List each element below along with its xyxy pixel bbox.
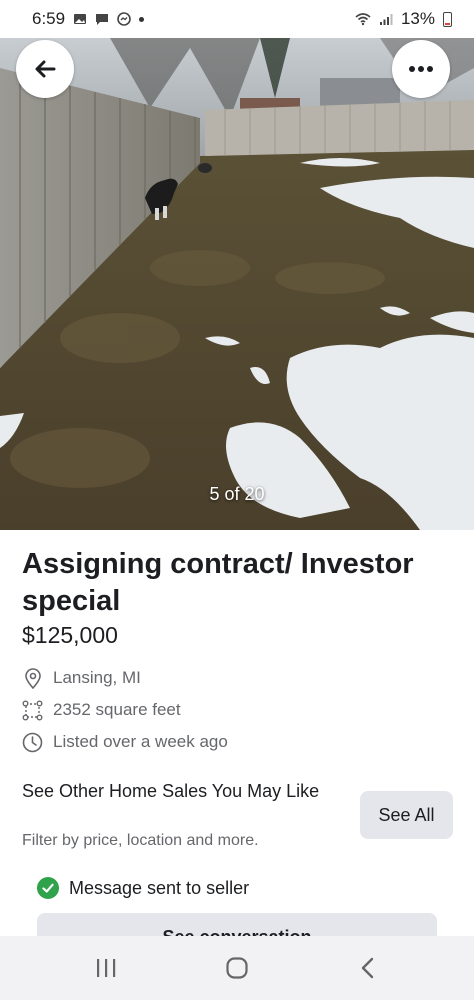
back-icon [362, 957, 374, 979]
chat-icon [96, 14, 109, 25]
size-text: 2352 square feet [53, 700, 181, 719]
more-horizontal-icon [409, 66, 433, 72]
listing-price: $125,000 [22, 622, 118, 648]
home-icon [226, 957, 248, 979]
messenger-icon [117, 12, 131, 26]
size-row: 2352 square feet [22, 698, 181, 722]
location-text: Lansing, MI [53, 668, 141, 687]
see-all-button[interactable]: See All [360, 791, 453, 839]
listed-row: Listed over a week ago [22, 730, 228, 754]
status-left: 6:59 [32, 9, 145, 29]
yard-photo-image [0, 38, 474, 530]
recent-apps-button[interactable] [76, 948, 136, 988]
signal-icon [379, 14, 393, 25]
status-right: 13% [355, 9, 452, 29]
photo-counter: 5 of 20 [209, 484, 265, 504]
back-button[interactable] [16, 40, 74, 98]
more-options-button[interactable] [392, 40, 450, 98]
location-row[interactable]: Lansing, MI [22, 666, 141, 690]
image-icon [74, 14, 87, 24]
home-button[interactable] [207, 948, 267, 988]
listed-text: Listed over a week ago [53, 732, 228, 751]
promo-subtitle: Filter by price, location and more. [22, 832, 259, 849]
battery-percent: 13% [400, 9, 435, 28]
location-pin-icon [22, 667, 43, 689]
nav-back-button[interactable] [338, 948, 398, 988]
listing-title: Assigning contract/ Investor special [22, 548, 414, 617]
square-footage-icon [22, 700, 43, 721]
system-navigation-bar [0, 936, 474, 1000]
status-bar: 6:59 13% [0, 0, 474, 38]
dot-icon [139, 16, 145, 22]
listing-photo[interactable]: 5 of 20 [0, 38, 474, 530]
promo-title: See Other Home Sales You May Like [22, 781, 320, 801]
arrow-left-icon [35, 60, 56, 78]
checkmark-icon [37, 877, 59, 899]
recent-apps-icon [96, 959, 115, 977]
battery-icon [443, 11, 452, 27]
status-time: 6:59 [32, 9, 66, 28]
clock-icon [22, 732, 43, 753]
message-sent-text: Message sent to seller [69, 877, 250, 898]
message-sent-status: Message sent to seller [37, 877, 249, 899]
wifi-icon [355, 13, 371, 26]
